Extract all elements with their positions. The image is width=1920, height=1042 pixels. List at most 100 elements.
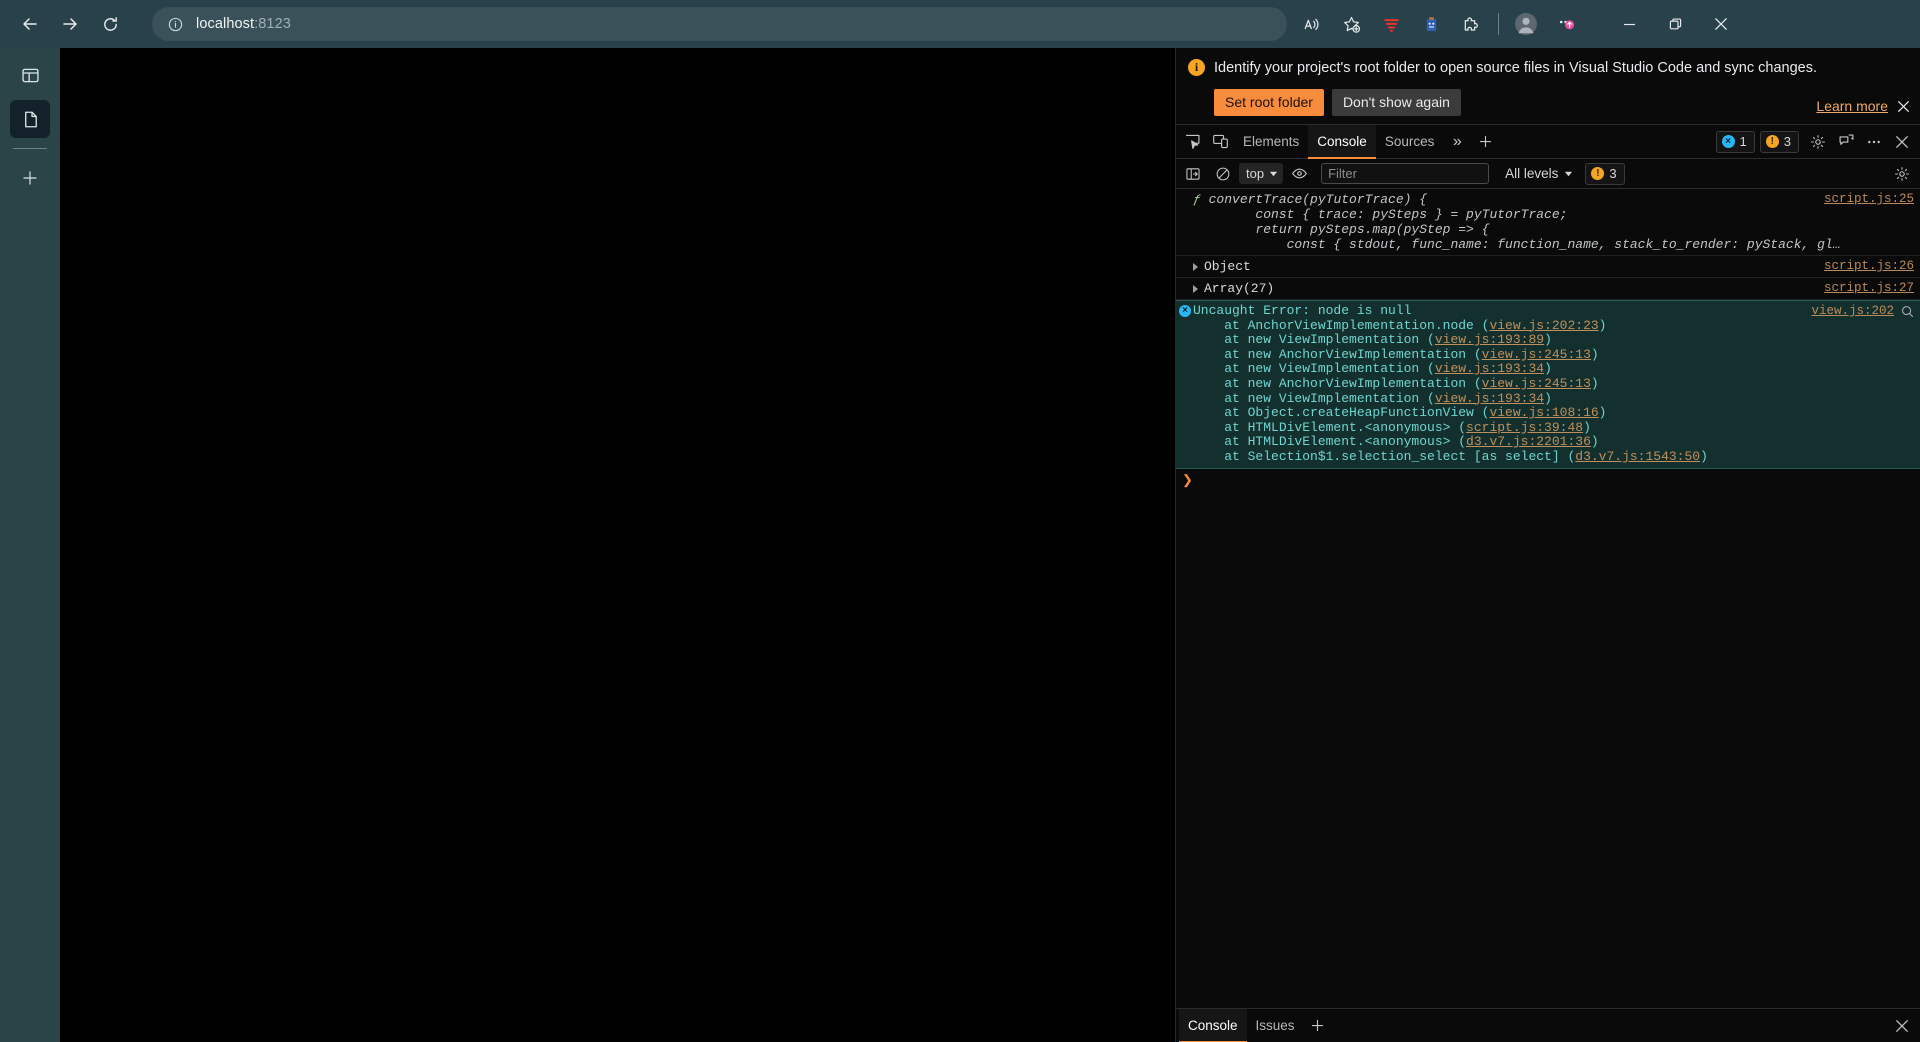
stack-frame: at new ViewImplementation (view.js:193:8… xyxy=(1193,332,1801,348)
stack-frame: at new AnchorViewImplementation (view.js… xyxy=(1193,375,1801,392)
console-sidebar-icon[interactable] xyxy=(1179,160,1207,188)
restore-icon[interactable] xyxy=(1652,1,1698,47)
close-devtools-icon[interactable] xyxy=(1888,128,1916,156)
stack-frame-text: at AnchorViewImplementation.node ( xyxy=(1193,317,1490,333)
sidebar-item-current-tab[interactable] xyxy=(10,100,50,138)
vertical-tab-strip xyxy=(0,48,60,1042)
filterbar-warning-count: 3 xyxy=(1609,166,1617,181)
console-message-function[interactable]: ƒ convertTrace(pyTutorTrace) { const { t… xyxy=(1176,189,1920,256)
stack-frame-suffix: ) xyxy=(1544,361,1552,377)
url-port: :8123 xyxy=(254,16,291,32)
sidebar-item-tab-actions[interactable] xyxy=(10,56,50,94)
stack-frame: at Selection$1.selection_select [as sele… xyxy=(1193,449,1801,465)
minimize-icon[interactable] xyxy=(1606,1,1652,47)
clear-console-icon[interactable] xyxy=(1209,160,1237,188)
tab-elements[interactable]: Elements xyxy=(1234,125,1308,159)
live-expression-icon[interactable] xyxy=(1285,160,1313,188)
blue-extension-icon[interactable] xyxy=(1411,4,1451,44)
error-icon: × xyxy=(1721,135,1735,148)
expand-triangle-icon[interactable] xyxy=(1193,284,1198,293)
stack-frame-text: at HTMLDivElement.<anonymous> ( xyxy=(1193,434,1467,450)
back-button[interactable] xyxy=(10,4,50,44)
stack-frame-suffix: ) xyxy=(1583,419,1591,435)
stack-frame: at new ViewImplementation (view.js:193:3… xyxy=(1193,362,1801,377)
extensions-puzzle-icon[interactable] xyxy=(1451,4,1491,44)
learn-more-link[interactable]: Learn more xyxy=(1816,98,1888,114)
add-favorite-icon[interactable] xyxy=(1331,4,1371,44)
stack-frame-link[interactable]: view.js:108:16 xyxy=(1489,405,1598,420)
stack-frame-link[interactable]: d3.v7.js:1543:50 xyxy=(1575,449,1700,464)
stack-frame-link[interactable]: script.js:39:48 xyxy=(1466,420,1583,435)
stack-frame-link[interactable]: view.js:193:34 xyxy=(1435,361,1544,377)
device-toolbar-icon[interactable] xyxy=(1206,128,1234,156)
feedback-icon[interactable] xyxy=(1832,128,1860,156)
stack-frame: at new ViewImplementation (view.js:193:3… xyxy=(1193,390,1801,407)
stack-frame-text: at new AnchorViewImplementation ( xyxy=(1193,375,1482,391)
stack-frame: at new AnchorViewImplementation (view.js… xyxy=(1193,346,1801,363)
stack-frame-link[interactable]: view.js:193:89 xyxy=(1435,332,1544,347)
console-settings-gear-icon[interactable] xyxy=(1888,160,1916,188)
stack-frame-link[interactable]: view.js:193:34 xyxy=(1435,391,1544,406)
console-message-array[interactable]: Array(27) script.js:27 xyxy=(1176,278,1920,300)
site-info-icon[interactable] xyxy=(164,13,186,35)
close-icon[interactable] xyxy=(1698,1,1744,47)
add-tab-icon[interactable] xyxy=(1471,128,1499,156)
stack-frame-link[interactable]: view.js:202:23 xyxy=(1489,318,1598,333)
function-line-3: return pySteps.map(pyStep => { xyxy=(1193,222,1490,237)
stack-frame-link[interactable]: view.js:245:13 xyxy=(1482,376,1591,391)
stack-frame: at AnchorViewImplementation.node (view.j… xyxy=(1193,317,1801,334)
sidebar-item-new-tab[interactable] xyxy=(10,159,50,197)
source-link[interactable]: script.js:25 xyxy=(1824,192,1914,207)
source-link[interactable]: script.js:26 xyxy=(1824,259,1914,274)
gear-icon[interactable] xyxy=(1804,128,1832,156)
stack-frame-link[interactable]: view.js:245:13 xyxy=(1482,347,1591,362)
stack-frame-text: at new ViewImplementation ( xyxy=(1193,390,1435,406)
tab-sources[interactable]: Sources xyxy=(1376,125,1444,159)
drawer-tab-issues[interactable]: Issues xyxy=(1247,1009,1304,1042)
dont-show-again-button[interactable]: Don't show again xyxy=(1331,89,1461,116)
warning-count: 3 xyxy=(1783,134,1791,149)
stack-frame-text: at new ViewImplementation ( xyxy=(1193,332,1435,348)
stack-frame-text: at new AnchorViewImplementation ( xyxy=(1193,346,1482,362)
execution-context-select[interactable]: top xyxy=(1239,163,1284,184)
function-line-2: const { trace: pySteps } = pyTutorTrace; xyxy=(1193,207,1568,222)
filter-extension-icon[interactable] xyxy=(1371,4,1411,44)
filterbar-warning-badge[interactable]: ! 3 xyxy=(1585,162,1625,185)
expand-triangle-icon[interactable] xyxy=(1193,262,1198,271)
console-error-message[interactable]: × Uncaught Error: node is null at Anchor… xyxy=(1176,300,1920,469)
tab-console[interactable]: Console xyxy=(1308,124,1376,159)
warning-count-badge[interactable]: ! 3 xyxy=(1759,130,1799,153)
read-aloud-icon[interactable] xyxy=(1291,4,1331,44)
console-message-object[interactable]: Object script.js:26 xyxy=(1176,256,1920,278)
more-options-icon[interactable] xyxy=(1860,128,1888,156)
inspect-element-icon[interactable] xyxy=(1178,128,1206,156)
stack-frame-text: at HTMLDivElement.<anonymous> ( xyxy=(1193,419,1467,435)
set-root-folder-button[interactable]: Set root folder xyxy=(1214,89,1324,116)
source-link[interactable]: script.js:27 xyxy=(1824,281,1914,296)
banner-close-icon[interactable] xyxy=(1897,100,1910,113)
more-tabs-icon[interactable]: » xyxy=(1443,128,1471,156)
forward-button[interactable] xyxy=(50,4,90,44)
log-levels-select[interactable]: All levels xyxy=(1505,166,1573,181)
function-line-1: convertTrace(pyTutorTrace) { xyxy=(1208,192,1428,207)
drawer-tab-console[interactable]: Console xyxy=(1179,1008,1247,1042)
drawer-close-icon[interactable] xyxy=(1888,1012,1916,1040)
function-line-4: const { stdout, func_name: function_name… xyxy=(1193,237,1841,252)
console-message-list[interactable]: ƒ convertTrace(pyTutorTrace) { const { t… xyxy=(1176,189,1920,1008)
drawer-add-tab-icon[interactable] xyxy=(1304,1012,1332,1040)
stack-frame-link[interactable]: d3.v7.js:2201:36 xyxy=(1466,434,1591,450)
settings-and-more-icon[interactable] xyxy=(1546,4,1586,44)
error-source-link[interactable]: view.js:202 xyxy=(1811,304,1894,318)
refresh-button[interactable] xyxy=(90,4,130,44)
error-count-badge[interactable]: × 1 xyxy=(1715,130,1755,153)
page-viewport[interactable] xyxy=(60,48,1175,1042)
stack-frame-suffix: ) xyxy=(1544,390,1552,406)
filter-input[interactable] xyxy=(1321,163,1490,184)
profile-avatar-icon[interactable] xyxy=(1506,4,1546,44)
address-bar[interactable]: localhost:8123 xyxy=(152,7,1287,41)
console-prompt[interactable]: ❯ xyxy=(1176,469,1920,492)
error-stack[interactable]: at AnchorViewImplementation.node (view.j… xyxy=(1193,317,1801,465)
search-icon[interactable] xyxy=(1901,305,1914,322)
browser-toolbar: localhost:8123 xyxy=(0,0,1920,48)
devtools-panel: i Identify your project's root folder to… xyxy=(1175,48,1920,1042)
